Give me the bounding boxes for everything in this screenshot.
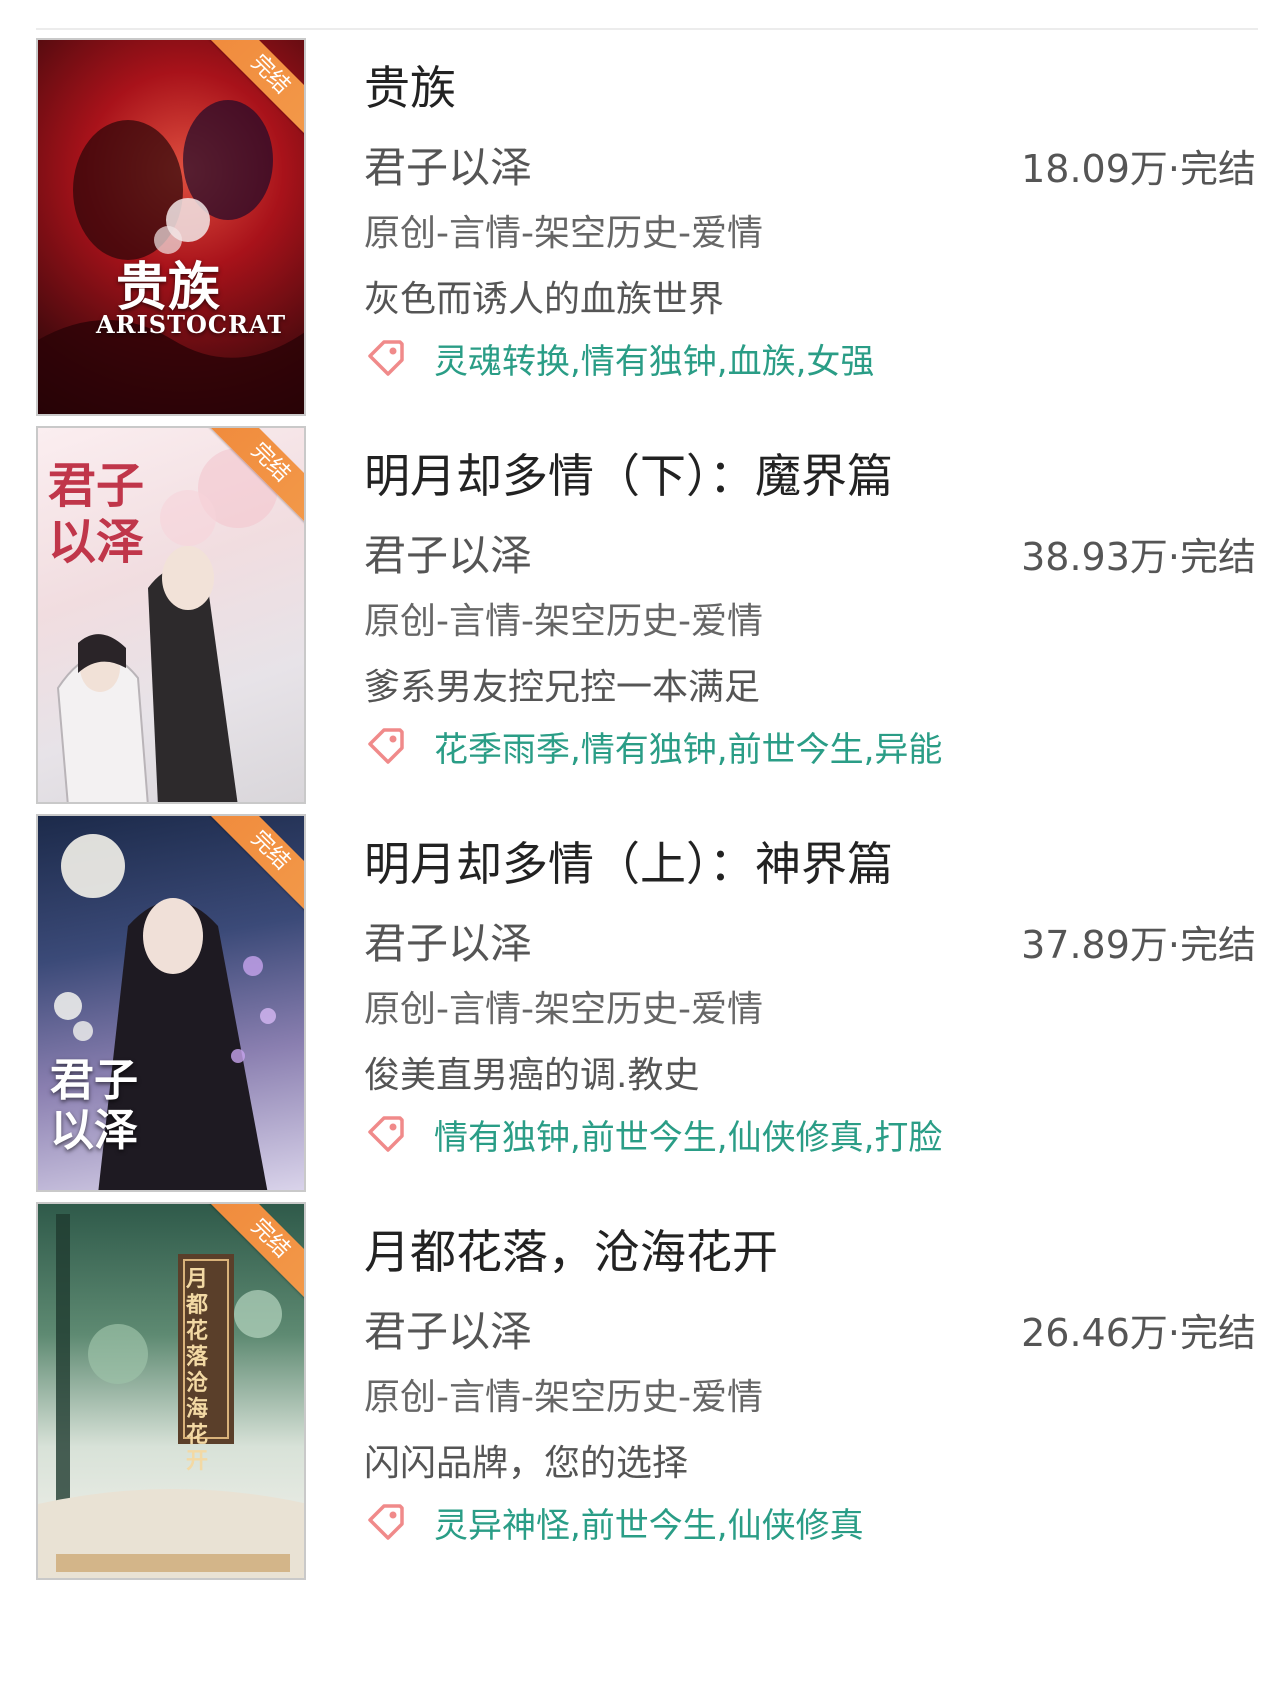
tag-row: 灵魂转换,情有独钟,血族,女强 bbox=[364, 334, 874, 382]
book-tags[interactable]: 灵异神怪,前世今生,仙侠修真 bbox=[434, 1498, 864, 1547]
book-intro: 爹系男友控兄控一本满足 bbox=[364, 667, 761, 708]
cover-title: 君子以泽 bbox=[48, 458, 145, 570]
book-item[interactable]: 君子以泽 完结 明月却多情（下）：魔界篇 君子以泽 38.93万·完结 原创-言… bbox=[0, 426, 1280, 826]
tag-icon bbox=[368, 340, 404, 376]
book-stats: 18.09万·完结 bbox=[1021, 147, 1256, 191]
book-item[interactable]: 月都花落 沧海花开 完结 月都花落，沧海花开 君子以泽 26.46万·完结 原创… bbox=[0, 1202, 1280, 1602]
book-intro: 闪闪品牌，您的选择 bbox=[364, 1443, 689, 1484]
book-cover[interactable]: 君子以泽 完结 bbox=[36, 426, 306, 804]
book-title[interactable]: 月都花落，沧海花开 bbox=[364, 1216, 778, 1282]
book-author[interactable]: 君子以泽 bbox=[364, 134, 532, 195]
cover-art bbox=[38, 1204, 304, 1578]
book-tags[interactable]: 情有独钟,前世今生,仙侠修真,打脸 bbox=[434, 1110, 942, 1159]
book-author[interactable]: 君子以泽 bbox=[364, 1298, 532, 1359]
book-author[interactable]: 君子以泽 bbox=[364, 522, 532, 583]
book-author[interactable]: 君子以泽 bbox=[364, 910, 532, 971]
tag-row: 情有独钟,前世今生,仙侠修真,打脸 bbox=[364, 1110, 942, 1158]
book-item[interactable]: 君子以泽 完结 明月却多情（上）：神界篇 君子以泽 37.89万·完结 原创-言… bbox=[0, 814, 1280, 1214]
book-title[interactable]: 明月却多情（下）：魔界篇 bbox=[364, 440, 893, 506]
book-title[interactable]: 贵族 bbox=[364, 52, 456, 118]
book-cover[interactable]: 君子以泽 完结 bbox=[36, 814, 306, 1192]
book-category: 原创-言情-架空历史-爱情 bbox=[364, 213, 763, 254]
tag-icon bbox=[368, 728, 404, 764]
book-tags[interactable]: 灵魂转换,情有独钟,血族,女强 bbox=[434, 334, 874, 383]
book-intro: 灰色而诱人的血族世界 bbox=[364, 279, 725, 320]
tag-row: 花季雨季,情有独钟,前世今生,异能 bbox=[364, 722, 942, 770]
cover-title: 君子以泽 bbox=[50, 1055, 138, 1156]
book-category: 原创-言情-架空历史-爱情 bbox=[364, 601, 763, 642]
book-intro: 俊美直男癌的调.教史 bbox=[364, 1055, 700, 1096]
tag-icon bbox=[368, 1504, 404, 1540]
cover-subtitle: ARISTOCRAT bbox=[96, 310, 287, 339]
book-list: 贵族 ARISTOCRAT 完结 贵族 君子以泽 18.09万·完结 原创-言情… bbox=[0, 0, 1280, 1706]
book-tags[interactable]: 花季雨季,情有独钟,前世今生,异能 bbox=[434, 722, 942, 771]
book-cover[interactable]: 贵族 ARISTOCRAT 完结 bbox=[36, 38, 306, 416]
tag-icon bbox=[368, 1116, 404, 1152]
book-title[interactable]: 明月却多情（上）：神界篇 bbox=[364, 828, 893, 894]
book-stats: 37.89万·完结 bbox=[1021, 923, 1256, 967]
book-item[interactable]: 贵族 ARISTOCRAT 完结 贵族 君子以泽 18.09万·完结 原创-言情… bbox=[0, 38, 1280, 438]
book-cover[interactable]: 月都花落 沧海花开 完结 bbox=[36, 1202, 306, 1580]
cover-title: 月都花落 沧海花开 bbox=[186, 1266, 209, 1474]
book-stats: 26.46万·完结 bbox=[1021, 1311, 1256, 1355]
cover-art bbox=[38, 40, 304, 414]
cover-title: 贵族 bbox=[116, 257, 221, 318]
book-stats: 38.93万·完结 bbox=[1021, 535, 1256, 579]
book-category: 原创-言情-架空历史-爱情 bbox=[364, 1377, 763, 1418]
tag-row: 灵异神怪,前世今生,仙侠修真 bbox=[364, 1498, 864, 1546]
book-category: 原创-言情-架空历史-爱情 bbox=[364, 989, 763, 1030]
